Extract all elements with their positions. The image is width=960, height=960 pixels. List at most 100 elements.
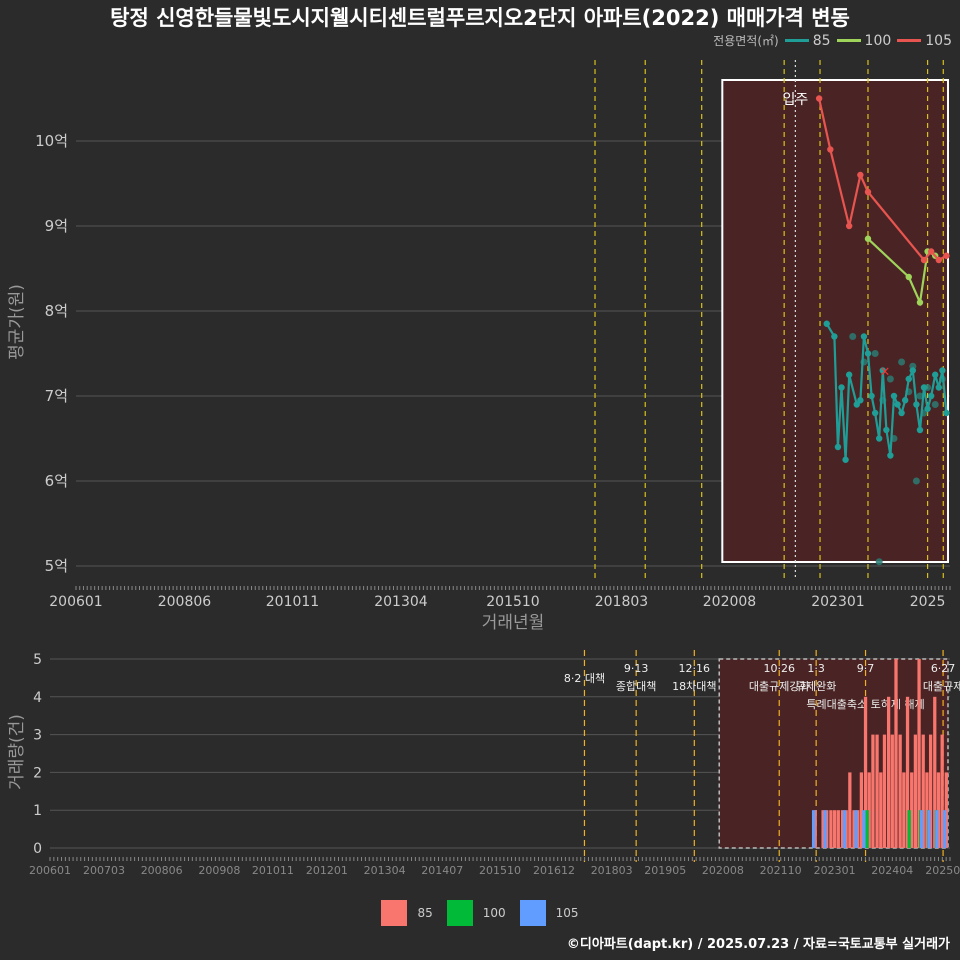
scatter-point-85 <box>931 401 939 408</box>
series-point-85 <box>913 401 920 408</box>
legend-bottom-swatch-85 <box>381 900 408 926</box>
bar-105 <box>919 810 924 848</box>
policy-date: 10·26 <box>763 662 795 675</box>
policy-label: 규제완화 <box>796 680 836 693</box>
y-tick-label-top: 9억 <box>45 217 68 235</box>
x-tick-label-top: 200806 <box>158 594 212 610</box>
x-tick-label-bottom: 200601 <box>29 864 71 877</box>
series-point-85 <box>875 435 883 442</box>
legend-bottom-text-105: 105 <box>555 906 579 920</box>
bar-85 <box>913 734 918 848</box>
series-point-85 <box>943 409 950 417</box>
series-point-85 <box>842 456 849 463</box>
legend-bottom-item-105: 105 <box>519 900 579 926</box>
y-tick-label-top: 10억 <box>35 132 68 150</box>
series-point-105 <box>927 248 935 255</box>
x-tick-label-bottom: 201407 <box>421 864 463 877</box>
bar-85 <box>871 734 875 848</box>
bar-85 <box>898 734 902 848</box>
x-tick-label-bottom: 201510 <box>479 864 521 877</box>
series-point-85 <box>920 384 928 391</box>
bar-105 <box>927 810 931 848</box>
series-point-85 <box>864 350 872 357</box>
series-point-100 <box>864 235 872 242</box>
policy-date: 9·13 <box>624 662 649 675</box>
series-point-85 <box>834 443 842 451</box>
bar-105 <box>811 810 816 848</box>
bar-85 <box>875 734 879 848</box>
policy-date: 6·27 <box>931 662 956 675</box>
series-point-100 <box>916 299 924 306</box>
bar-85 <box>829 810 833 848</box>
y-tick-label-bottom: 0 <box>33 841 42 857</box>
series-point-85 <box>894 401 901 408</box>
series-point-85 <box>939 367 946 374</box>
legend-bottom-text-85: 85 <box>417 906 433 920</box>
scatter-point-85 <box>912 477 920 485</box>
y-tick-label-top: 6억 <box>45 472 68 490</box>
series-point-85 <box>935 384 942 391</box>
series-point-105 <box>864 188 872 196</box>
bar-85 <box>836 810 840 848</box>
series-point-105 <box>815 95 823 102</box>
bar-105 <box>854 810 858 848</box>
x-tick-label-top: 202008 <box>703 594 756 610</box>
x-tick-label-top: 200601 <box>49 594 102 610</box>
x-tick-label-bottom: 202008 <box>702 864 744 877</box>
y-tick-label-bottom: 4 <box>33 690 42 706</box>
x-tick-label-bottom: 202301 <box>814 864 856 877</box>
x-tick-label-bottom: 200703 <box>83 864 125 877</box>
series-point-85 <box>883 426 890 434</box>
x-tick-label-bottom: 202404 <box>871 864 913 877</box>
x-tick-label-bottom: 201905 <box>644 864 686 877</box>
y-axis-title-bottom: 거래량(건) <box>7 714 27 790</box>
x-tick-label-bottom: 201803 <box>591 864 633 877</box>
series-point-85 <box>831 333 838 340</box>
x-tick-label-bottom: 201011 <box>252 864 294 877</box>
series-point-85 <box>905 375 912 383</box>
series-point-85 <box>887 452 894 459</box>
policy-date: 9·7 <box>857 662 875 675</box>
series-point-85 <box>927 392 935 400</box>
series-point-85 <box>909 367 916 374</box>
series-point-85 <box>871 409 879 417</box>
series-point-85 <box>868 392 875 400</box>
x-tick-label-bottom: 200908 <box>198 864 240 877</box>
series-point-85 <box>916 426 924 434</box>
scatter-point-85 <box>898 358 906 366</box>
bar-85 <box>886 696 891 848</box>
special-mark: × <box>880 365 891 380</box>
policy-date: 1·3 <box>807 662 825 675</box>
series-point-105 <box>943 252 950 259</box>
x-tick-label-top: 201011 <box>266 594 319 610</box>
series-point-105 <box>920 256 928 264</box>
x-tick-label-top: 201510 <box>486 594 539 610</box>
series-point-85 <box>924 405 931 412</box>
bar-85 <box>832 810 837 848</box>
scatter-point-85 <box>875 558 883 566</box>
series-point-105 <box>857 171 864 179</box>
bar-105 <box>862 810 866 848</box>
x-tick-label-top: 202301 <box>811 594 864 610</box>
bar-100 <box>865 810 869 848</box>
bar-85 <box>879 772 883 848</box>
bar-105 <box>823 810 827 848</box>
policy-label: 8·2 대책 <box>564 672 605 685</box>
series-point-85 <box>901 397 909 404</box>
x-tick-label-bottom: 201612 <box>533 864 575 877</box>
y-tick-label-bottom: 1 <box>33 803 42 819</box>
series-point-85 <box>890 392 898 400</box>
series-point-85 <box>823 320 830 327</box>
legend-bottom-text-100: 100 <box>482 906 506 920</box>
x-axis-title-top: 거래년월 <box>482 613 545 633</box>
scatter-point-85 <box>849 333 857 340</box>
scatter-point-85 <box>871 350 879 357</box>
y-axis-title-top: 평균가(원) <box>7 284 27 360</box>
bar-105 <box>943 810 947 848</box>
y-tick-label-bottom: 5 <box>33 652 42 668</box>
y-tick-label-top: 7억 <box>45 387 68 405</box>
policy-label: 대출규제 <box>923 680 960 693</box>
bar-85 <box>894 659 898 848</box>
series-point-85 <box>898 409 905 417</box>
x-tick-label-top: 201304 <box>374 594 428 610</box>
